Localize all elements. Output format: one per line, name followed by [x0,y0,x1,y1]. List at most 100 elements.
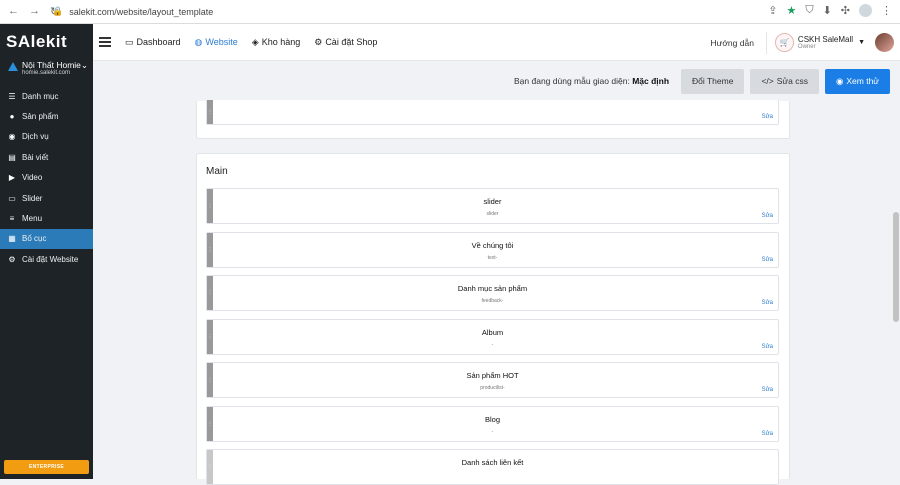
url-text: salekit.com/website/layout_template [69,6,214,17]
block-name: Album [481,327,504,337]
block-type: - [491,428,494,435]
divider [765,31,767,54]
edit-link[interactable]: Sửa [762,114,773,120]
address-bar[interactable]: 🔒 salekit.com/website/layout_template [52,6,213,17]
edit-link[interactable]: Sửa [762,213,773,219]
edit-link[interactable]: Sửa [762,431,773,437]
edit-link[interactable]: Sửa [762,300,773,306]
preview-button[interactable]: ◉ Xem thử [824,68,890,94]
sidebar: SAlekit Nội Thất Homie⌄ homie.salekit.co… [0,24,93,479]
gear-icon: ⚙ [8,254,16,264]
sidebar-item-cài-đặt-website[interactable]: ⚙ Cài đặt Website [0,249,93,269]
sidebar-item-slider[interactable]: ▭ Slider [0,188,93,208]
layout-block[interactable]: ⋮ Danh sách liên kết [206,449,779,485]
globe-icon: ◍ [194,36,203,47]
avatar[interactable] [875,33,894,52]
lock-icon: 🔒 [52,6,64,16]
sidebar-item-label: Dịch vụ [22,132,49,142]
menu-icon: ≡ [9,214,15,224]
sidebar-item-label: Bài viết [22,152,49,162]
edit-css-button[interactable]: </> Sửa css [750,68,819,94]
edit-link[interactable]: Sửa [762,387,773,393]
forward-icon[interactable]: → [29,5,40,18]
more-vert-icon[interactable]: ⋮ [881,4,892,17]
nav-link-label: Kho hàng [261,37,301,47]
hamburger-icon[interactable] [99,37,111,47]
share-icon[interactable]: ⇪ [768,4,777,17]
shield-icon[interactable]: ⛉ [805,4,813,17]
nav-link-label: Cài đặt Shop [325,37,378,47]
download-icon[interactable]: ⬇ [823,4,832,17]
sidebar-item-label: Bố cục [22,234,47,244]
account-role: Owner [797,44,816,50]
enterprise-badge[interactable]: ENTERPRISE [4,460,89,474]
section-title: Main [206,166,228,177]
layout-block[interactable]: ⋮ Sản phẩm HOT productlist- Sửa [206,362,779,398]
sidebar-item-danh-mục[interactable]: ☰ Danh mục [0,86,93,106]
bookmark-star-icon[interactable]: ★ [786,4,796,17]
monitor-icon: ▭ [125,36,134,47]
nav-link-cài-đặt-shop[interactable]: ⚙ Cài đặt Shop [314,37,377,48]
layout-block[interactable]: ⋮ slider slider Sửa [206,188,779,224]
account-name: CSKH SaleMall [797,35,854,44]
drag-handle[interactable]: ⋮ [207,363,213,397]
post-icon: ▤ [8,152,16,162]
eye-icon: ◉ [835,75,844,86]
drag-handle[interactable]: ⋮ [207,189,213,223]
sidebar-item-video[interactable]: ▶ Video [0,168,93,188]
nav-link-website[interactable]: ◍ Website [195,37,238,48]
shop-logo-icon [8,62,18,71]
drag-handle[interactable]: ⋮ [207,406,213,441]
help-link[interactable]: Hướng dẫn [711,38,754,48]
chevron-down-icon: ⌄ [80,60,89,70]
sidebar-item-label: Danh mục [22,91,59,101]
drag-handle[interactable]: ⋮ [207,276,213,310]
change-theme-button[interactable]: Đổi Theme [681,68,745,94]
service-icon: ◉ [8,132,16,142]
caret-down-icon: ▼ [858,39,865,46]
drag-handle[interactable]: ⋮ [207,232,213,267]
sidebar-menu: ☰ Danh mục ● Sản phẩm ◉ Dịch vụ ▤ Bài viết ▶ Vide… [0,86,93,270]
block-type: text- [487,254,498,261]
sidebar-item-label: Cài đặt Website [22,254,79,264]
topnav-links: ▭ Dashboard ◍ Website ◈ Kho hàng ⚙ Cài đặt Shop [111,37,377,48]
sidebar-item-dịch-vụ[interactable]: ◉ Dịch vụ [0,127,93,147]
block-name: Danh mục sản phẩm [457,284,528,293]
code-icon: </> [761,76,774,86]
shop-name: Nội Thất Homie⌄ [22,60,89,70]
sidebar-item-bài-viết[interactable]: ▤ Bài viết [0,147,93,167]
theme-name: Mặc định [632,76,670,86]
product-icon: ● [9,112,15,122]
browser-nav: ← → ↻ [0,5,59,18]
edit-link[interactable]: Sửa [762,344,773,350]
sidebar-item-sản-phẩm[interactable]: ● Sản phẩm [0,106,93,126]
drag-handle[interactable]: ⋮ [207,319,213,354]
layout-block[interactable]: ⋮ Danh mục sản phẩm feedback- Sửa [206,275,779,311]
block-type: slider [486,211,499,217]
list-icon: ☰ [8,91,16,101]
theme-toolbar: Bạn đang dùng mẫu giao diện: Mặc định Đổ… [93,61,900,101]
sidebar-item-bố-cục[interactable]: ▦ Bố cục [0,228,93,250]
layout-block[interactable]: ⋮ Sửa [206,100,779,125]
scrollbar[interactable] [893,212,899,322]
block-name: Sản phẩm HOT [466,371,519,380]
puzzle-icon[interactable]: ✣ [841,4,850,17]
account-menu[interactable]: 🛒 CSKH SaleMall Owner ▼ [774,33,894,52]
nav-link-dashboard[interactable]: ▭ Dashboard [125,37,181,48]
nav-link-kho-hàng[interactable]: ◈ Kho hàng [252,37,300,48]
app-logo[interactable]: SAlekit [0,24,93,60]
drag-handle[interactable]: ⋮ [207,100,213,124]
back-icon[interactable]: ← [8,5,19,18]
sidebar-item-menu[interactable]: ≡ Menu [0,208,93,228]
sidebar-item-label: Sản phẩm [22,112,59,122]
shop-switcher[interactable]: Nội Thất Homie⌄ homie.salekit.com [0,60,93,86]
block-name: Về chúng tôi [471,240,514,250]
extension-badge-icon[interactable] [859,4,872,17]
layout-block[interactable]: ⋮ Về chúng tôi text- Sửa [206,231,779,268]
layout-block[interactable]: ⋮ Blog - Sửa [206,405,779,442]
gear-icon: ⚙ [314,36,323,47]
edit-link[interactable]: Sửa [762,257,773,263]
stack-icon: ◈ [251,36,259,47]
layout-block[interactable]: ⋮ Album - Sửa [206,318,779,355]
cart-logo-icon: 🛒 [774,33,794,52]
